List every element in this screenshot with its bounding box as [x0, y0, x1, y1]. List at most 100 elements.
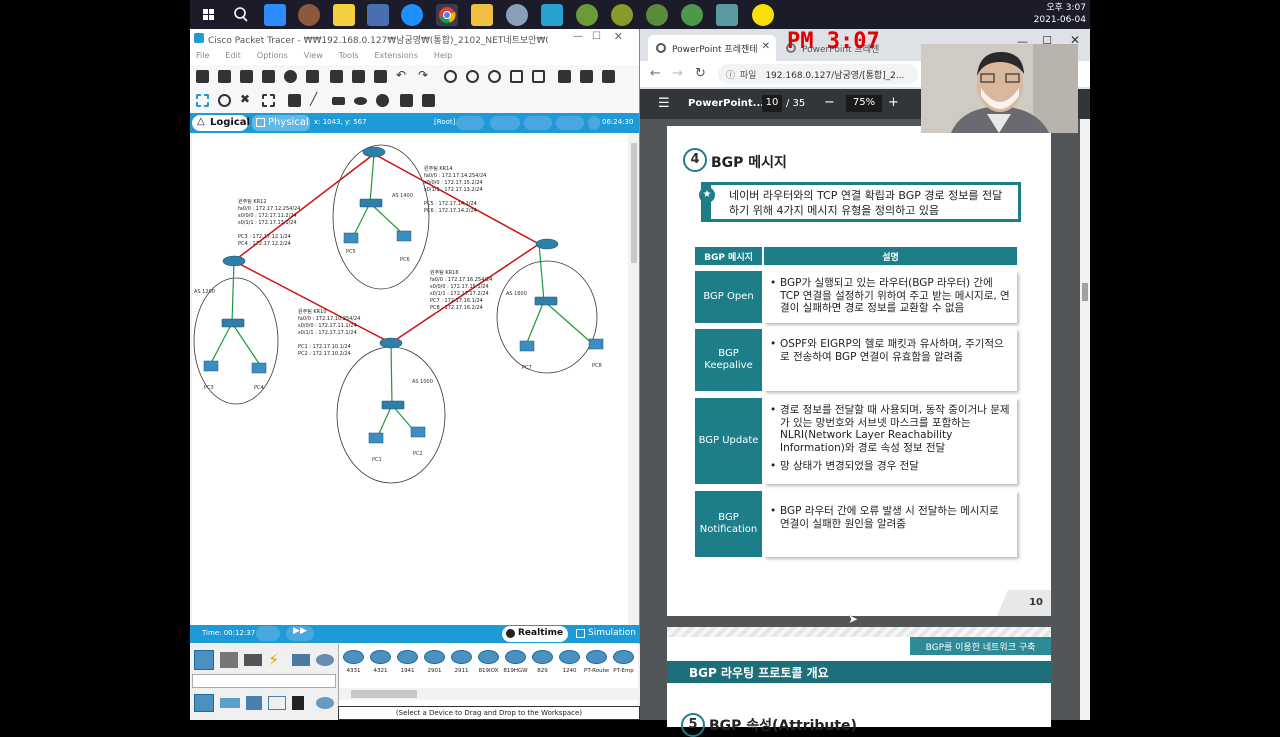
- menu-edit[interactable]: Edit: [225, 51, 241, 65]
- system-clock[interactable]: 오후 3:07 2021-06-04: [1034, 2, 1086, 26]
- zoom-in-icon[interactable]: [444, 70, 457, 83]
- components-icon[interactable]: [244, 654, 262, 666]
- menu-extensions[interactable]: Extensions: [374, 51, 417, 65]
- freeform-icon[interactable]: [376, 94, 389, 107]
- set-tiled-bg-button[interactable]: [556, 116, 584, 130]
- copy-icon[interactable]: [330, 70, 343, 83]
- rectangle-icon[interactable]: [332, 97, 345, 105]
- tab-physical[interactable]: Physical: [252, 115, 310, 131]
- network-icon[interactable]: [580, 70, 593, 83]
- app2-icon[interactable]: [506, 4, 528, 26]
- ie-icon[interactable]: [401, 4, 423, 26]
- wireless-category-icon[interactable]: [268, 696, 286, 710]
- device-item[interactable]: PT-Emp: [611, 648, 636, 682]
- switches-category-icon[interactable]: [220, 698, 240, 708]
- zoom-out-icon[interactable]: [488, 70, 501, 83]
- menu-tools[interactable]: Tools: [339, 51, 359, 65]
- resize-icon[interactable]: [262, 94, 275, 107]
- paste2-icon[interactable]: [374, 70, 387, 83]
- start-icon[interactable]: [198, 4, 220, 26]
- device-item[interactable]: 1941: [395, 648, 420, 682]
- menu-view[interactable]: View: [304, 51, 323, 65]
- simulation-button[interactable]: Simulation: [572, 627, 640, 641]
- menu-options[interactable]: Options: [257, 51, 288, 65]
- app-icon[interactable]: [298, 4, 320, 26]
- fast-forward-button[interactable]: ▶▶: [286, 626, 314, 641]
- omnibox[interactable]: ⓘ 파일 192.168.0.127/남궁영/[통합]_2...: [718, 64, 918, 84]
- app8-icon[interactable]: [716, 4, 738, 26]
- undo-icon[interactable]: ↶: [396, 68, 409, 82]
- device-item[interactable]: 819IOX: [476, 648, 501, 682]
- viewport-button[interactable]: [588, 116, 600, 130]
- complex-pdu-icon[interactable]: [422, 94, 435, 107]
- chrome-tab-active[interactable]: PowerPoint 프레젠테 ✕: [648, 35, 776, 61]
- wan-emu-category-icon[interactable]: [316, 697, 334, 709]
- back-icon[interactable]: ←: [650, 66, 661, 81]
- print-icon[interactable]: [262, 70, 275, 83]
- pdf-viewer[interactable]: 4 BGP 메시지 ★ 네이버 라우터와의 TCP 연결 확립과 BGP 경로 …: [640, 119, 1080, 737]
- kakao-icon[interactable]: [752, 4, 774, 26]
- realtime-button[interactable]: Realtime: [502, 626, 568, 642]
- app3-icon[interactable]: [541, 4, 563, 26]
- zoom-icon[interactable]: [264, 4, 286, 26]
- select-icon[interactable]: [196, 94, 209, 107]
- redo-icon[interactable]: ↷: [418, 68, 431, 82]
- device-item[interactable]: 4321: [368, 648, 393, 682]
- tab-logical[interactable]: △ Logical: [192, 115, 250, 131]
- chrome-icon[interactable]: [436, 4, 458, 26]
- folder-icon[interactable]: [471, 4, 493, 26]
- minimize-icon[interactable]: —: [573, 31, 583, 42]
- device-item[interactable]: 829: [530, 648, 555, 682]
- camera-icon[interactable]: [602, 70, 615, 83]
- wizard-icon[interactable]: [306, 70, 319, 83]
- zoom-out-icon[interactable]: −: [824, 95, 835, 110]
- move-object-button[interactable]: [524, 116, 552, 130]
- info-icon[interactable]: [284, 70, 297, 83]
- menu-file[interactable]: File: [196, 51, 209, 65]
- paste-icon[interactable]: [352, 70, 365, 83]
- zoom-reset-icon[interactable]: [466, 70, 479, 83]
- vscroll-thumb[interactable]: [631, 143, 637, 263]
- routers-category-icon[interactable]: [194, 694, 214, 712]
- save-icon[interactable]: [240, 70, 253, 83]
- power-cycle-button[interactable]: [256, 626, 280, 641]
- maximize-icon[interactable]: ☐: [592, 31, 601, 42]
- notepad-icon[interactable]: [333, 4, 355, 26]
- new-icon[interactable]: [196, 70, 209, 83]
- reload-icon[interactable]: ↻: [695, 66, 706, 81]
- simple-pdu-icon[interactable]: [400, 94, 413, 107]
- control-icon[interactable]: [367, 4, 389, 26]
- device-item[interactable]: 4331: [341, 648, 366, 682]
- hubs-category-icon[interactable]: [246, 696, 262, 710]
- close-icon[interactable]: ✕: [614, 30, 623, 43]
- misc-icon[interactable]: [292, 654, 310, 666]
- pdu-icon[interactable]: [558, 70, 571, 83]
- inspect-icon[interactable]: [218, 94, 231, 107]
- device-list-thumb[interactable]: [351, 690, 417, 698]
- app5-icon[interactable]: [611, 4, 633, 26]
- workspace-vscroll[interactable]: [629, 133, 639, 641]
- drawing-palette-icon[interactable]: [510, 70, 523, 83]
- device-item[interactable]: 819HGW: [503, 648, 528, 682]
- menu-icon[interactable]: ☰: [658, 96, 670, 111]
- page-input[interactable]: 10: [762, 95, 782, 112]
- device-list-scroll[interactable]: [339, 688, 639, 700]
- device-item[interactable]: 2911: [449, 648, 474, 682]
- logical-workspace[interactable]: AS 1400 AS 1200 AS 1600 AS 1000 PC5 PC6 …: [192, 133, 628, 641]
- pdf-scroll-thumb[interactable]: [1082, 283, 1088, 301]
- security-category-icon[interactable]: [292, 696, 304, 710]
- line-icon[interactable]: ╱: [310, 92, 323, 106]
- zoom-in-icon[interactable]: +: [888, 95, 899, 110]
- app7-icon[interactable]: [681, 4, 703, 26]
- device-search-field[interactable]: [192, 674, 336, 688]
- app4-icon[interactable]: [576, 4, 598, 26]
- ellipse-icon[interactable]: [354, 97, 367, 105]
- search-icon[interactable]: [230, 4, 252, 26]
- delete-icon[interactable]: ✖: [240, 92, 253, 106]
- connections-icon[interactable]: ⚡: [268, 650, 286, 670]
- app6-icon[interactable]: [646, 4, 668, 26]
- menu-help[interactable]: Help: [434, 51, 452, 65]
- custom-device-icon[interactable]: [532, 70, 545, 83]
- zoom-input[interactable]: 75%: [846, 95, 882, 112]
- open-icon[interactable]: [218, 70, 231, 83]
